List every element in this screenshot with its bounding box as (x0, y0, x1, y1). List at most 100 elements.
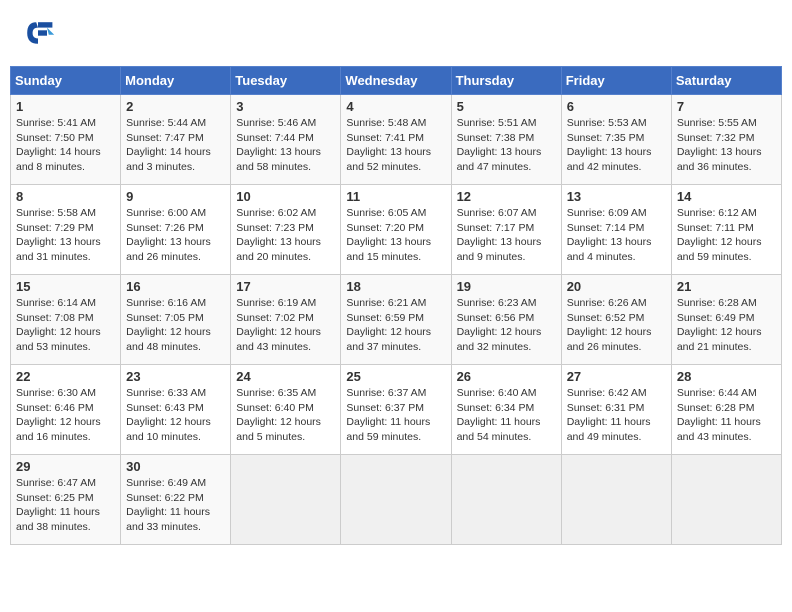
calendar-cell: 23 Sunrise: 6:33 AMSunset: 6:43 PMDaylig… (121, 365, 231, 455)
day-number: 18 (346, 279, 445, 294)
calendar-cell: 1 Sunrise: 5:41 AMSunset: 7:50 PMDayligh… (11, 95, 121, 185)
calendar-table: SundayMondayTuesdayWednesdayThursdayFrid… (10, 66, 782, 545)
page-header (10, 10, 782, 56)
day-number: 30 (126, 459, 225, 474)
day-detail: Sunrise: 6:09 AMSunset: 7:14 PMDaylight:… (567, 207, 652, 263)
calendar-cell: 27 Sunrise: 6:42 AMSunset: 6:31 PMDaylig… (561, 365, 671, 455)
day-detail: Sunrise: 5:41 AMSunset: 7:50 PMDaylight:… (16, 117, 101, 173)
day-detail: Sunrise: 5:44 AMSunset: 7:47 PMDaylight:… (126, 117, 211, 173)
day-detail: Sunrise: 6:40 AMSunset: 6:34 PMDaylight:… (457, 387, 541, 443)
day-number: 22 (16, 369, 115, 384)
week-row: 1 Sunrise: 5:41 AMSunset: 7:50 PMDayligh… (11, 95, 782, 185)
day-detail: Sunrise: 6:33 AMSunset: 6:43 PMDaylight:… (126, 387, 211, 443)
day-number: 16 (126, 279, 225, 294)
weekday-header: Wednesday (341, 67, 451, 95)
calendar-cell: 22 Sunrise: 6:30 AMSunset: 6:46 PMDaylig… (11, 365, 121, 455)
day-detail: Sunrise: 5:53 AMSunset: 7:35 PMDaylight:… (567, 117, 652, 173)
day-detail: Sunrise: 6:14 AMSunset: 7:08 PMDaylight:… (16, 297, 101, 353)
day-detail: Sunrise: 6:47 AMSunset: 6:25 PMDaylight:… (16, 477, 100, 533)
calendar-cell: 9 Sunrise: 6:00 AMSunset: 7:26 PMDayligh… (121, 185, 231, 275)
day-detail: Sunrise: 6:00 AMSunset: 7:26 PMDaylight:… (126, 207, 211, 263)
day-detail: Sunrise: 6:07 AMSunset: 7:17 PMDaylight:… (457, 207, 542, 263)
week-row: 8 Sunrise: 5:58 AMSunset: 7:29 PMDayligh… (11, 185, 782, 275)
calendar-cell: 5 Sunrise: 5:51 AMSunset: 7:38 PMDayligh… (451, 95, 561, 185)
day-detail: Sunrise: 6:30 AMSunset: 6:46 PMDaylight:… (16, 387, 101, 443)
day-detail: Sunrise: 6:35 AMSunset: 6:40 PMDaylight:… (236, 387, 321, 443)
day-detail: Sunrise: 5:55 AMSunset: 7:32 PMDaylight:… (677, 117, 762, 173)
day-number: 26 (457, 369, 556, 384)
calendar-cell (231, 455, 341, 545)
day-number: 5 (457, 99, 556, 114)
day-detail: Sunrise: 6:44 AMSunset: 6:28 PMDaylight:… (677, 387, 761, 443)
calendar-cell: 24 Sunrise: 6:35 AMSunset: 6:40 PMDaylig… (231, 365, 341, 455)
day-number: 14 (677, 189, 776, 204)
day-number: 28 (677, 369, 776, 384)
day-number: 6 (567, 99, 666, 114)
day-number: 8 (16, 189, 115, 204)
calendar-cell: 2 Sunrise: 5:44 AMSunset: 7:47 PMDayligh… (121, 95, 231, 185)
day-detail: Sunrise: 6:23 AMSunset: 6:56 PMDaylight:… (457, 297, 542, 353)
calendar-cell: 10 Sunrise: 6:02 AMSunset: 7:23 PMDaylig… (231, 185, 341, 275)
calendar-cell (671, 455, 781, 545)
day-number: 1 (16, 99, 115, 114)
calendar-cell: 7 Sunrise: 5:55 AMSunset: 7:32 PMDayligh… (671, 95, 781, 185)
weekday-header-row: SundayMondayTuesdayWednesdayThursdayFrid… (11, 67, 782, 95)
weekday-header: Thursday (451, 67, 561, 95)
calendar-cell: 6 Sunrise: 5:53 AMSunset: 7:35 PMDayligh… (561, 95, 671, 185)
day-number: 19 (457, 279, 556, 294)
day-number: 23 (126, 369, 225, 384)
day-number: 3 (236, 99, 335, 114)
week-row: 29 Sunrise: 6:47 AMSunset: 6:25 PMDaylig… (11, 455, 782, 545)
calendar-cell: 17 Sunrise: 6:19 AMSunset: 7:02 PMDaylig… (231, 275, 341, 365)
calendar-cell (561, 455, 671, 545)
calendar-cell: 8 Sunrise: 5:58 AMSunset: 7:29 PMDayligh… (11, 185, 121, 275)
day-detail: Sunrise: 6:12 AMSunset: 7:11 PMDaylight:… (677, 207, 762, 263)
weekday-header: Monday (121, 67, 231, 95)
day-detail: Sunrise: 6:19 AMSunset: 7:02 PMDaylight:… (236, 297, 321, 353)
calendar-cell: 21 Sunrise: 6:28 AMSunset: 6:49 PMDaylig… (671, 275, 781, 365)
calendar-cell: 28 Sunrise: 6:44 AMSunset: 6:28 PMDaylig… (671, 365, 781, 455)
day-detail: Sunrise: 5:51 AMSunset: 7:38 PMDaylight:… (457, 117, 542, 173)
calendar-cell: 16 Sunrise: 6:16 AMSunset: 7:05 PMDaylig… (121, 275, 231, 365)
calendar-cell: 4 Sunrise: 5:48 AMSunset: 7:41 PMDayligh… (341, 95, 451, 185)
day-detail: Sunrise: 6:02 AMSunset: 7:23 PMDaylight:… (236, 207, 321, 263)
calendar-cell: 18 Sunrise: 6:21 AMSunset: 6:59 PMDaylig… (341, 275, 451, 365)
calendar-cell: 14 Sunrise: 6:12 AMSunset: 7:11 PMDaylig… (671, 185, 781, 275)
day-number: 7 (677, 99, 776, 114)
day-number: 12 (457, 189, 556, 204)
day-number: 27 (567, 369, 666, 384)
day-detail: Sunrise: 6:37 AMSunset: 6:37 PMDaylight:… (346, 387, 430, 443)
day-detail: Sunrise: 6:49 AMSunset: 6:22 PMDaylight:… (126, 477, 210, 533)
day-number: 29 (16, 459, 115, 474)
week-row: 15 Sunrise: 6:14 AMSunset: 7:08 PMDaylig… (11, 275, 782, 365)
weekday-header: Tuesday (231, 67, 341, 95)
day-number: 17 (236, 279, 335, 294)
day-detail: Sunrise: 5:58 AMSunset: 7:29 PMDaylight:… (16, 207, 101, 263)
day-detail: Sunrise: 6:42 AMSunset: 6:31 PMDaylight:… (567, 387, 651, 443)
week-row: 22 Sunrise: 6:30 AMSunset: 6:46 PMDaylig… (11, 365, 782, 455)
calendar-cell: 11 Sunrise: 6:05 AMSunset: 7:20 PMDaylig… (341, 185, 451, 275)
calendar-cell: 19 Sunrise: 6:23 AMSunset: 6:56 PMDaylig… (451, 275, 561, 365)
weekday-header: Saturday (671, 67, 781, 95)
calendar-cell (451, 455, 561, 545)
day-number: 11 (346, 189, 445, 204)
day-number: 15 (16, 279, 115, 294)
day-detail: Sunrise: 6:16 AMSunset: 7:05 PMDaylight:… (126, 297, 211, 353)
day-detail: Sunrise: 6:26 AMSunset: 6:52 PMDaylight:… (567, 297, 652, 353)
calendar-cell: 13 Sunrise: 6:09 AMSunset: 7:14 PMDaylig… (561, 185, 671, 275)
day-detail: Sunrise: 6:05 AMSunset: 7:20 PMDaylight:… (346, 207, 431, 263)
day-number: 10 (236, 189, 335, 204)
day-detail: Sunrise: 6:21 AMSunset: 6:59 PMDaylight:… (346, 297, 431, 353)
calendar-cell: 30 Sunrise: 6:49 AMSunset: 6:22 PMDaylig… (121, 455, 231, 545)
day-number: 21 (677, 279, 776, 294)
day-number: 13 (567, 189, 666, 204)
day-number: 9 (126, 189, 225, 204)
weekday-header: Friday (561, 67, 671, 95)
calendar-cell: 12 Sunrise: 6:07 AMSunset: 7:17 PMDaylig… (451, 185, 561, 275)
day-detail: Sunrise: 6:28 AMSunset: 6:49 PMDaylight:… (677, 297, 762, 353)
calendar-cell: 29 Sunrise: 6:47 AMSunset: 6:25 PMDaylig… (11, 455, 121, 545)
day-number: 2 (126, 99, 225, 114)
calendar-cell: 3 Sunrise: 5:46 AMSunset: 7:44 PMDayligh… (231, 95, 341, 185)
day-number: 24 (236, 369, 335, 384)
logo-icon (20, 15, 56, 51)
